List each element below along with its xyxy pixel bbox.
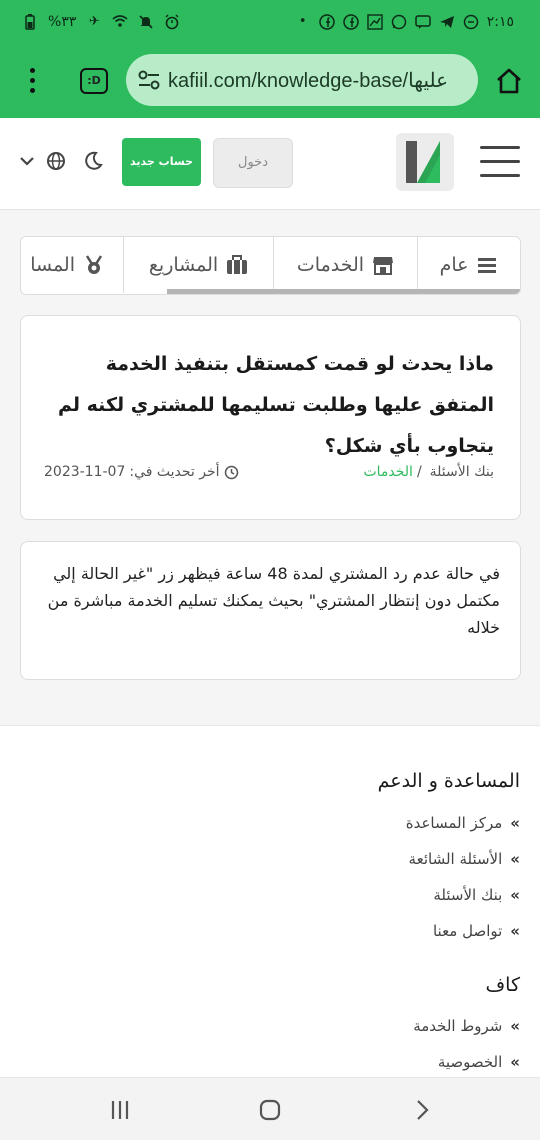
support-heading: المساعدة و الدعم [377, 770, 520, 792]
tab-competitions[interactable]: المسا [21, 237, 123, 293]
whatsapp-icon [391, 14, 407, 30]
home-nav-icon[interactable] [258, 1098, 282, 1122]
url-text[interactable]: kafiil.com/knowledge-base/عليها [168, 68, 468, 93]
list-icon [478, 258, 497, 273]
footer-link-faq[interactable]: » الأسئلة الشائعة [409, 850, 520, 868]
signup-button[interactable]: حساب جديد [122, 138, 201, 186]
kafiil-heading: كاف [485, 974, 520, 996]
tabs-scrollbar[interactable] [167, 289, 520, 294]
footer-link-label[interactable]: تواصل معنا [433, 922, 502, 940]
footer-link-label[interactable]: شروط الخدمة [413, 1017, 502, 1035]
telegram-icon [439, 14, 455, 30]
clock-icon [224, 465, 238, 479]
breadcrumb-root[interactable]: بنك الأسئلة [430, 464, 494, 480]
menu-icon[interactable] [480, 146, 520, 180]
status-bar: %٣٣ ✈ • ٢:١٥ [0, 0, 540, 48]
double-chevron-icon: » [510, 814, 520, 832]
briefcase-icon [227, 255, 248, 274]
footer-link-question-bank[interactable]: » بنك الأسئلة [433, 886, 520, 904]
tab-switcher-button[interactable]: :D [80, 68, 108, 94]
tab-label: المسا [30, 254, 75, 276]
globe-icon[interactable] [46, 151, 66, 171]
footer-link-label[interactable]: الأسئلة الشائعة [409, 850, 503, 868]
store-icon [373, 257, 394, 275]
tab-label: المشاريع [148, 254, 219, 276]
updated-label: أخر تحديث في: [129, 464, 220, 480]
breadcrumb-category[interactable]: الخدمات [363, 464, 413, 480]
footer-link-label[interactable]: الخصوصية [438, 1053, 502, 1071]
battery-percent: %٣٣ [48, 14, 77, 30]
clock-time: ٢:١٥ [486, 14, 514, 30]
tab-services[interactable]: الخدمات [273, 237, 417, 293]
double-chevron-icon: » [510, 850, 520, 868]
tab-label: الخدمات [296, 254, 365, 276]
tab-projects[interactable]: المشاريع [123, 237, 273, 293]
category-tabs: عام الخدمات المشاريع المسا [20, 236, 521, 295]
updated-date: 2023-11-07 [44, 464, 126, 480]
wifi-icon [112, 14, 128, 30]
facebook-icon-2 [342, 14, 359, 30]
message-icon [414, 14, 431, 30]
tab-label: عام [439, 254, 469, 276]
double-chevron-icon: » [510, 922, 520, 940]
recent-apps-icon[interactable] [108, 1098, 132, 1122]
footer-link-label[interactable]: بنك الأسئلة [433, 886, 502, 904]
footer-link-privacy[interactable]: » الخصوصية [438, 1053, 520, 1071]
alarm-icon [164, 14, 180, 30]
facebook-icon [318, 14, 335, 30]
double-chevron-icon: » [510, 1053, 520, 1071]
double-chevron-icon: » [510, 886, 520, 904]
kafiil-logo[interactable] [396, 133, 454, 191]
medal-icon [85, 255, 103, 274]
footer-link-help-center[interactable]: » مركز المساعدة [406, 814, 520, 832]
minus-circle-icon [463, 14, 479, 30]
more-options-icon[interactable] [22, 68, 42, 98]
site-header: دخول حساب جديد [0, 118, 540, 210]
question-card: ماذا يحدث لو قمت كمستقل بتنفيذ الخدمة ال… [20, 315, 521, 520]
site-settings-icon[interactable] [138, 70, 160, 90]
updated-info: أخر تحديث في: 2023-11-07 [44, 464, 239, 480]
home-icon[interactable] [494, 66, 524, 96]
footer-link-label[interactable]: مركز المساعدة [406, 814, 503, 832]
dot-icon: • [298, 14, 307, 29]
browser-toolbar: :D kafiil.com/knowledge-base/عليها [0, 48, 540, 118]
answer-text: في حالة عدم رد المشتري لمدة 48 ساعة فيظه… [47, 564, 500, 637]
tab-general[interactable]: عام [417, 237, 520, 293]
address-bar[interactable]: kafiil.com/knowledge-base/عليها [126, 54, 478, 106]
footer-link-terms[interactable]: » شروط الخدمة [413, 1017, 520, 1035]
login-button[interactable]: دخول [213, 138, 293, 188]
question-title: ماذا يحدث لو قمت كمستقل بتنفيذ الخدمة ال… [58, 353, 494, 457]
back-chevron-icon[interactable] [410, 1098, 434, 1122]
battery-icon [22, 14, 38, 30]
airplane-icon: ✈ [88, 14, 100, 29]
mute-icon [138, 14, 154, 30]
double-chevron-icon: » [510, 1017, 520, 1035]
breadcrumb-separator: / [416, 464, 422, 480]
site-footer: المساعدة و الدعم » مركز المساعدة » الأسئلة… [0, 725, 540, 1077]
dark-mode-icon[interactable] [82, 150, 104, 172]
footer-link-contact[interactable]: » تواصل معنا [433, 922, 520, 940]
chart-icon [367, 14, 383, 30]
answer-card: في حالة عدم رد المشتري لمدة 48 ساعة فيظه… [20, 541, 521, 680]
system-nav-bar [0, 1077, 540, 1140]
chevron-down-icon[interactable] [18, 152, 36, 170]
question-meta: بنك الأسئلة / الخدمات أخر تحديث في: 2023… [44, 464, 494, 480]
